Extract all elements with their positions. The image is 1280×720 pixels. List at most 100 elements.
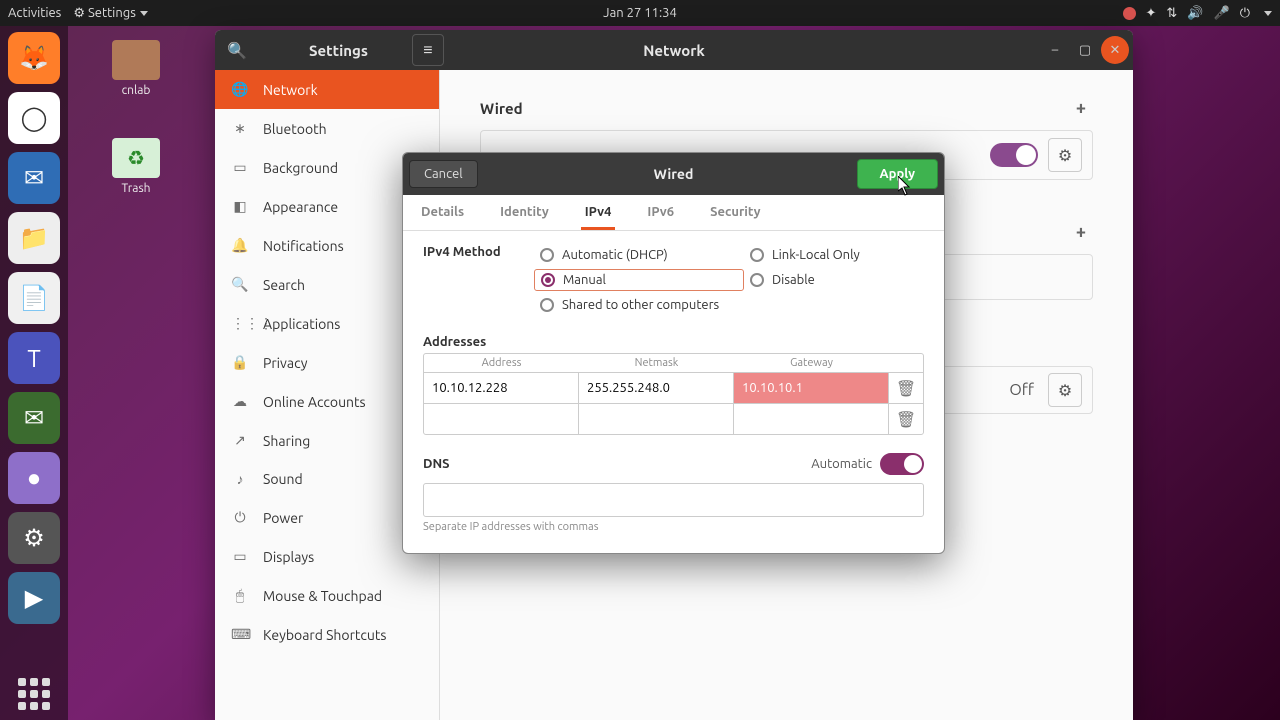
dns-label: DNS xyxy=(423,457,450,471)
sidebar-item-label: Background xyxy=(263,160,338,176)
dock-thunderbird[interactable]: ✉ xyxy=(8,152,60,204)
radio-link-local[interactable]: Link-Local Only xyxy=(744,245,924,265)
sidebar-icon: 🖱 xyxy=(231,587,249,604)
sidebar-icon: ⋮⋮⋮ xyxy=(231,315,249,332)
address-input[interactable] xyxy=(424,404,578,434)
apply-button[interactable]: Apply xyxy=(857,159,938,189)
wired-toggle[interactable] xyxy=(990,143,1038,167)
tab-details[interactable]: Details xyxy=(417,195,468,230)
app-menu[interactable]: ⚙ Settings xyxy=(73,6,148,21)
col-gateway: Gateway xyxy=(734,354,889,372)
desktop-folder-cnlab[interactable]: cnlab xyxy=(96,40,176,97)
minimize-button[interactable]: – xyxy=(1041,36,1069,64)
dns-automatic-label: Automatic xyxy=(811,457,872,471)
radio-manual[interactable]: Manual xyxy=(534,269,744,291)
wired-settings-button[interactable]: ⚙ xyxy=(1048,138,1082,172)
status-dot-icon xyxy=(1123,7,1136,20)
proxy-status: Off xyxy=(1009,381,1034,399)
dock-firefox[interactable]: 🦊 xyxy=(8,32,60,84)
add-wired-button[interactable]: + xyxy=(1069,96,1093,120)
dialog-header[interactable]: Cancel Wired Apply xyxy=(403,153,944,195)
section-title-wired: Wired xyxy=(480,100,523,117)
sidebar-icon: 🔒 xyxy=(231,354,249,371)
chevron-down-icon xyxy=(1264,11,1272,16)
sidebar-item-label: Power xyxy=(263,510,303,526)
sidebar-icon: ☁ xyxy=(231,393,249,410)
sidebar-icon: ⏻ xyxy=(231,509,249,526)
sidebar-item-label: Sharing xyxy=(263,433,310,449)
sidebar-icon: ∗ xyxy=(231,120,249,137)
dock: 🦊 ◯ ✉ 📁 📄 T ✉ ● ⚙ ▶ xyxy=(0,26,68,720)
dock-show-apps[interactable] xyxy=(8,668,60,720)
dialog-title: Wired xyxy=(654,166,694,182)
network-tray-icon: ⇅ xyxy=(1166,6,1177,21)
dock-app[interactable]: ✉ xyxy=(8,392,60,444)
mic-tray-icon: 🎤 xyxy=(1214,6,1230,21)
search-button[interactable]: 🔍 xyxy=(219,32,255,68)
sidebar-icon: 🔔 xyxy=(231,237,249,254)
delete-row-button[interactable]: 🗑 xyxy=(889,373,923,403)
cancel-button[interactable]: Cancel xyxy=(409,160,478,188)
sidebar-icon: ▭ xyxy=(231,548,249,565)
power-tray-icon: ⏻ xyxy=(1240,6,1250,21)
tab-identity[interactable]: Identity xyxy=(496,195,553,230)
gateway-input[interactable] xyxy=(734,373,888,403)
desktop-trash[interactable]: ♻ Trash xyxy=(96,138,176,195)
netmask-input[interactable] xyxy=(579,404,733,434)
dialog-tabs: Details Identity IPv4 IPv6 Security xyxy=(403,195,944,231)
sidebar-item-label: Search xyxy=(263,277,305,293)
activities-button[interactable]: Activities xyxy=(8,6,61,20)
sidebar-icon: ◧ xyxy=(231,198,249,215)
sidebar-item-keyboard-shortcuts[interactable]: ⌨Keyboard Shortcuts xyxy=(215,615,439,654)
sidebar-icon: ♪ xyxy=(231,471,249,487)
system-tray[interactable]: ✦ ⇅ 🔊 🎤 ⏻ xyxy=(1123,6,1272,21)
tab-security[interactable]: Security xyxy=(706,195,764,230)
delete-row-button[interactable]: 🗑 xyxy=(889,404,923,434)
dock-teams[interactable]: T xyxy=(8,332,60,384)
sidebar-item-mouse-touchpad[interactable]: 🖱 Mouse & Touchpad xyxy=(215,576,439,615)
sidebar-item-label: Notifications xyxy=(263,238,344,254)
gateway-input[interactable] xyxy=(734,404,888,434)
maximize-button[interactable]: ▢ xyxy=(1071,36,1099,64)
address-input[interactable] xyxy=(424,373,578,403)
sidebar-item-label: Mouse & Touchpad xyxy=(263,588,382,604)
dns-input[interactable] xyxy=(423,483,924,517)
sidebar-item-bluetooth[interactable]: ∗Bluetooth xyxy=(215,109,439,148)
tab-ipv6[interactable]: IPv6 xyxy=(643,195,678,230)
sidebar-item-label: Applications xyxy=(263,316,340,332)
col-address: Address xyxy=(424,354,579,372)
clock[interactable]: Jan 27 11:34 xyxy=(603,6,677,20)
sidebar-item-label: Privacy xyxy=(263,355,307,371)
tray-icon: ✦ xyxy=(1146,6,1157,21)
window-title-left: Settings xyxy=(309,42,368,59)
sidebar-item-label: Displays xyxy=(263,549,314,565)
sidebar-item-network[interactable]: 🌐Network xyxy=(215,70,439,109)
window-title-center: Network xyxy=(643,42,705,59)
address-row: 🗑 xyxy=(424,403,923,434)
add-connection-button[interactable]: + xyxy=(1069,220,1093,244)
dock-app2[interactable]: ● xyxy=(8,452,60,504)
dock-files[interactable]: 📁 xyxy=(8,212,60,264)
dock-settings[interactable]: ⚙ xyxy=(8,512,60,564)
sidebar-item-label: Appearance xyxy=(263,199,338,215)
dns-automatic-toggle[interactable] xyxy=(880,453,924,475)
ipv4-method-label: IPv4 Method xyxy=(423,245,504,315)
proxy-settings-button[interactable]: ⚙ xyxy=(1048,373,1082,407)
radio-automatic-dhcp[interactable]: Automatic (DHCP) xyxy=(534,245,744,265)
radio-shared[interactable]: Shared to other computers xyxy=(534,295,924,315)
sidebar-item-label: Keyboard Shortcuts xyxy=(263,627,386,643)
sidebar-icon: ▭ xyxy=(231,159,249,176)
dock-app3[interactable]: ▶ xyxy=(8,572,60,624)
hamburger-button[interactable]: ≡ xyxy=(412,34,444,66)
dock-writer[interactable]: 📄 xyxy=(8,272,60,324)
top-bar: Activities ⚙ Settings Jan 27 11:34 ✦ ⇅ 🔊… xyxy=(0,0,1280,26)
sidebar-item-label: Network xyxy=(263,82,318,98)
radio-disable[interactable]: Disable xyxy=(744,269,924,291)
dock-chrome[interactable]: ◯ xyxy=(8,92,60,144)
sidebar-icon: 🔍 xyxy=(231,276,249,293)
col-netmask: Netmask xyxy=(579,354,734,372)
netmask-input[interactable] xyxy=(579,373,733,403)
close-button[interactable]: ✕ xyxy=(1101,36,1129,64)
tab-ipv4[interactable]: IPv4 xyxy=(581,195,616,230)
window-titlebar[interactable]: 🔍 Settings ≡ Network – ▢ ✕ xyxy=(215,30,1133,70)
